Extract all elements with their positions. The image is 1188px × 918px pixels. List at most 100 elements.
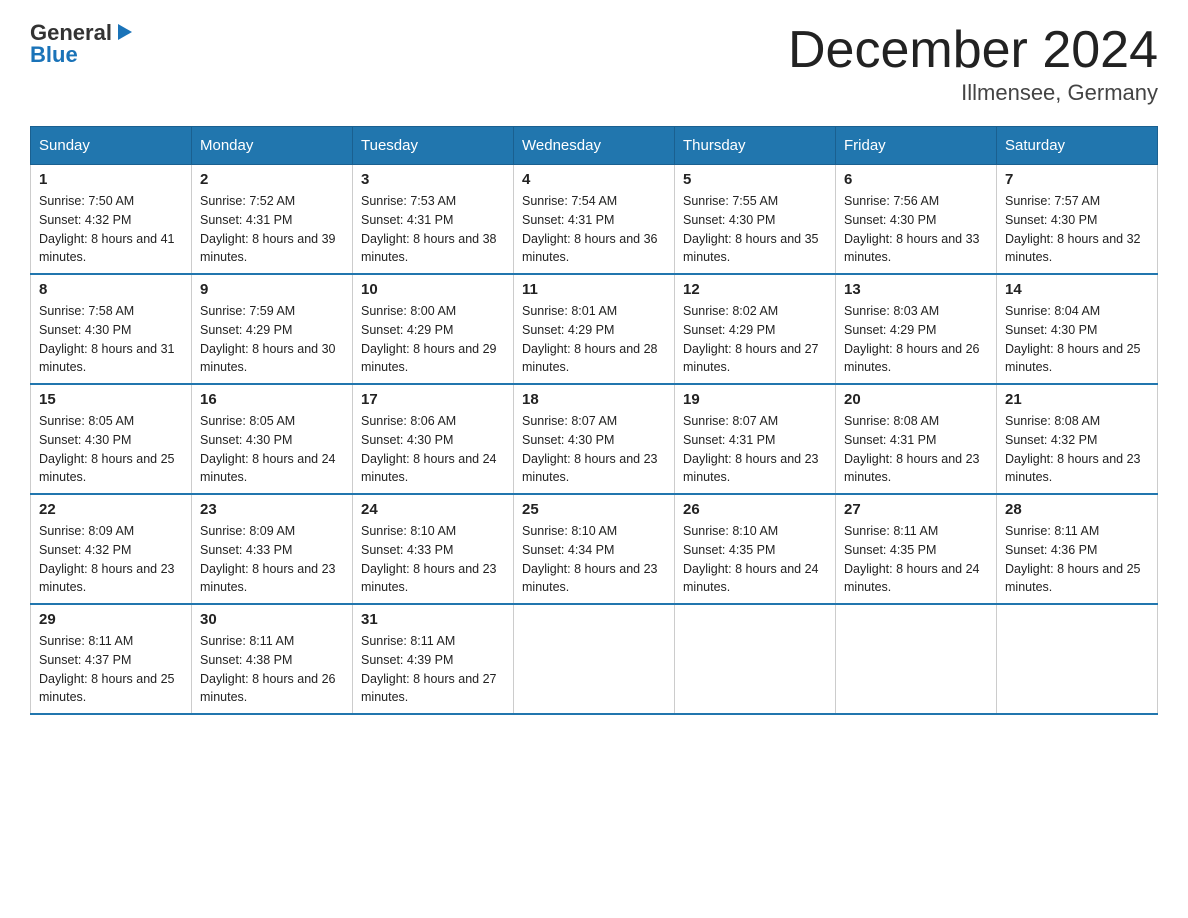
day-info: Sunrise: 7:52 AMSunset: 4:31 PMDaylight:… [200,194,336,264]
day-number: 20 [844,391,988,408]
calendar-cell: 22 Sunrise: 8:09 AMSunset: 4:32 PMDaylig… [31,494,192,604]
calendar-header-row: Sunday Monday Tuesday Wednesday Thursday… [31,127,1158,165]
calendar-cell: 31 Sunrise: 8:11 AMSunset: 4:39 PMDaylig… [353,604,514,714]
calendar-cell: 21 Sunrise: 8:08 AMSunset: 4:32 PMDaylig… [997,384,1158,494]
calendar-cell: 4 Sunrise: 7:54 AMSunset: 4:31 PMDayligh… [514,165,675,275]
calendar-cell: 15 Sunrise: 8:05 AMSunset: 4:30 PMDaylig… [31,384,192,494]
day-info: Sunrise: 8:10 AMSunset: 4:35 PMDaylight:… [683,524,819,594]
calendar-cell: 8 Sunrise: 7:58 AMSunset: 4:30 PMDayligh… [31,274,192,384]
calendar-cell [514,604,675,714]
calendar-cell: 17 Sunrise: 8:06 AMSunset: 4:30 PMDaylig… [353,384,514,494]
calendar-cell: 5 Sunrise: 7:55 AMSunset: 4:30 PMDayligh… [675,165,836,275]
day-info: Sunrise: 8:11 AMSunset: 4:37 PMDaylight:… [39,634,175,704]
day-info: Sunrise: 8:02 AMSunset: 4:29 PMDaylight:… [683,304,819,374]
day-number: 5 [683,171,827,188]
day-number: 18 [522,391,666,408]
day-number: 27 [844,501,988,518]
day-number: 7 [1005,171,1149,188]
location: Illmensee, Germany [788,80,1158,106]
day-number: 22 [39,501,183,518]
day-info: Sunrise: 8:08 AMSunset: 4:31 PMDaylight:… [844,414,980,484]
calendar-cell: 16 Sunrise: 8:05 AMSunset: 4:30 PMDaylig… [192,384,353,494]
day-number: 25 [522,501,666,518]
day-number: 14 [1005,281,1149,298]
day-number: 30 [200,611,344,628]
day-number: 2 [200,171,344,188]
col-sunday: Sunday [31,127,192,165]
day-number: 3 [361,171,505,188]
col-monday: Monday [192,127,353,165]
day-info: Sunrise: 8:07 AMSunset: 4:31 PMDaylight:… [683,414,819,484]
col-friday: Friday [836,127,997,165]
day-number: 16 [200,391,344,408]
day-info: Sunrise: 7:58 AMSunset: 4:30 PMDaylight:… [39,304,175,374]
day-number: 6 [844,171,988,188]
calendar-row-2: 8 Sunrise: 7:58 AMSunset: 4:30 PMDayligh… [31,274,1158,384]
calendar-row-5: 29 Sunrise: 8:11 AMSunset: 4:37 PMDaylig… [31,604,1158,714]
calendar-cell: 18 Sunrise: 8:07 AMSunset: 4:30 PMDaylig… [514,384,675,494]
calendar-cell: 12 Sunrise: 8:02 AMSunset: 4:29 PMDaylig… [675,274,836,384]
day-number: 13 [844,281,988,298]
calendar-table: Sunday Monday Tuesday Wednesday Thursday… [30,126,1158,715]
calendar-cell: 29 Sunrise: 8:11 AMSunset: 4:37 PMDaylig… [31,604,192,714]
col-thursday: Thursday [675,127,836,165]
logo: General Blue [30,20,136,68]
calendar-cell: 30 Sunrise: 8:11 AMSunset: 4:38 PMDaylig… [192,604,353,714]
calendar-cell: 13 Sunrise: 8:03 AMSunset: 4:29 PMDaylig… [836,274,997,384]
calendar-cell: 27 Sunrise: 8:11 AMSunset: 4:35 PMDaylig… [836,494,997,604]
day-number: 26 [683,501,827,518]
logo-text-blue: Blue [30,42,78,68]
day-number: 8 [39,281,183,298]
day-number: 9 [200,281,344,298]
day-number: 4 [522,171,666,188]
page-header: General Blue December 2024 Illmensee, Ge… [30,20,1158,106]
month-title: December 2024 [788,20,1158,80]
day-number: 12 [683,281,827,298]
day-number: 28 [1005,501,1149,518]
day-number: 1 [39,171,183,188]
day-info: Sunrise: 8:11 AMSunset: 4:38 PMDaylight:… [200,634,336,704]
calendar-cell: 28 Sunrise: 8:11 AMSunset: 4:36 PMDaylig… [997,494,1158,604]
day-info: Sunrise: 8:09 AMSunset: 4:33 PMDaylight:… [200,524,336,594]
calendar-cell [997,604,1158,714]
calendar-cell: 20 Sunrise: 8:08 AMSunset: 4:31 PMDaylig… [836,384,997,494]
calendar-cell: 2 Sunrise: 7:52 AMSunset: 4:31 PMDayligh… [192,165,353,275]
day-number: 10 [361,281,505,298]
calendar-cell: 7 Sunrise: 7:57 AMSunset: 4:30 PMDayligh… [997,165,1158,275]
day-info: Sunrise: 8:01 AMSunset: 4:29 PMDaylight:… [522,304,658,374]
calendar-cell: 3 Sunrise: 7:53 AMSunset: 4:31 PMDayligh… [353,165,514,275]
day-info: Sunrise: 7:56 AMSunset: 4:30 PMDaylight:… [844,194,980,264]
day-info: Sunrise: 8:08 AMSunset: 4:32 PMDaylight:… [1005,414,1141,484]
day-number: 23 [200,501,344,518]
calendar-cell: 1 Sunrise: 7:50 AMSunset: 4:32 PMDayligh… [31,165,192,275]
day-info: Sunrise: 7:50 AMSunset: 4:32 PMDaylight:… [39,194,175,264]
day-info: Sunrise: 8:11 AMSunset: 4:36 PMDaylight:… [1005,524,1141,594]
day-info: Sunrise: 7:53 AMSunset: 4:31 PMDaylight:… [361,194,497,264]
day-info: Sunrise: 8:05 AMSunset: 4:30 PMDaylight:… [200,414,336,484]
day-number: 19 [683,391,827,408]
day-number: 31 [361,611,505,628]
day-number: 29 [39,611,183,628]
day-number: 15 [39,391,183,408]
day-info: Sunrise: 8:10 AMSunset: 4:34 PMDaylight:… [522,524,658,594]
calendar-cell [675,604,836,714]
day-number: 24 [361,501,505,518]
calendar-cell: 26 Sunrise: 8:10 AMSunset: 4:35 PMDaylig… [675,494,836,604]
day-info: Sunrise: 7:54 AMSunset: 4:31 PMDaylight:… [522,194,658,264]
day-info: Sunrise: 8:09 AMSunset: 4:32 PMDaylight:… [39,524,175,594]
day-info: Sunrise: 8:07 AMSunset: 4:30 PMDaylight:… [522,414,658,484]
calendar-cell: 25 Sunrise: 8:10 AMSunset: 4:34 PMDaylig… [514,494,675,604]
day-info: Sunrise: 7:55 AMSunset: 4:30 PMDaylight:… [683,194,819,264]
day-info: Sunrise: 8:11 AMSunset: 4:35 PMDaylight:… [844,524,980,594]
day-info: Sunrise: 8:00 AMSunset: 4:29 PMDaylight:… [361,304,497,374]
calendar-cell: 9 Sunrise: 7:59 AMSunset: 4:29 PMDayligh… [192,274,353,384]
day-number: 21 [1005,391,1149,408]
calendar-cell: 23 Sunrise: 8:09 AMSunset: 4:33 PMDaylig… [192,494,353,604]
title-block: December 2024 Illmensee, Germany [788,20,1158,106]
day-info: Sunrise: 8:10 AMSunset: 4:33 PMDaylight:… [361,524,497,594]
day-number: 11 [522,281,666,298]
calendar-cell: 6 Sunrise: 7:56 AMSunset: 4:30 PMDayligh… [836,165,997,275]
col-wednesday: Wednesday [514,127,675,165]
calendar-row-1: 1 Sunrise: 7:50 AMSunset: 4:32 PMDayligh… [31,165,1158,275]
day-info: Sunrise: 8:05 AMSunset: 4:30 PMDaylight:… [39,414,175,484]
